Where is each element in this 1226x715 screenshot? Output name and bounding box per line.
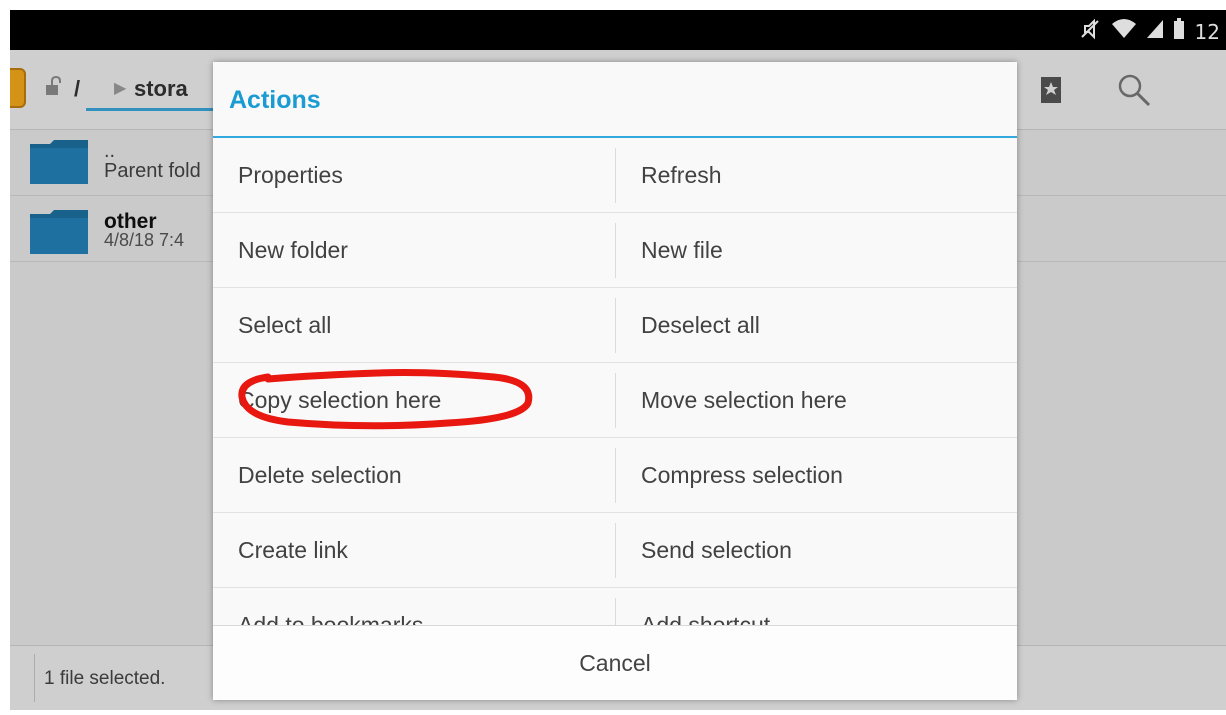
action-add-to-bookmarks[interactable]: Add to bookmarks: [213, 588, 615, 625]
action-label: Delete selection: [238, 462, 402, 488]
action-label: Send selection: [641, 537, 792, 563]
action-copy-selection-here[interactable]: Copy selection here: [213, 363, 615, 438]
wifi-icon: [1111, 18, 1137, 45]
status-icons: 12: [1079, 18, 1220, 45]
action-label: New file: [641, 237, 723, 263]
cancel-button[interactable]: Cancel: [213, 625, 1017, 700]
action-delete-selection[interactable]: Delete selection: [213, 438, 615, 513]
action-move-selection-here[interactable]: Move selection here: [616, 363, 1017, 438]
actions-dialog: Actions Properties Refresh New folder Ne…: [213, 62, 1017, 700]
status-time: 12: [1194, 19, 1220, 44]
action-label: Deselect all: [641, 312, 760, 338]
action-label: Add to bookmarks: [238, 612, 424, 625]
action-row: New folder New file: [213, 213, 1017, 288]
action-deselect-all[interactable]: Deselect all: [616, 288, 1017, 363]
action-row: Add to bookmarks Add shortcut: [213, 588, 1017, 625]
action-row: Create link Send selection: [213, 513, 1017, 588]
action-row: Delete selection Compress selection: [213, 438, 1017, 513]
mute-icon: [1079, 18, 1101, 45]
action-new-folder[interactable]: New folder: [213, 213, 615, 288]
document-caption-strip: [0, 0, 1226, 10]
actions-grid: Properties Refresh New folder New file S…: [213, 138, 1017, 625]
action-create-link[interactable]: Create link: [213, 513, 615, 588]
device-screen: 12 / ▶ stora .. Parent fold other 4/8/18…: [10, 10, 1226, 710]
action-send-selection[interactable]: Send selection: [616, 513, 1017, 588]
dialog-title: Actions: [229, 86, 321, 114]
action-add-shortcut[interactable]: Add shortcut: [616, 588, 1017, 625]
action-label: New folder: [238, 237, 348, 263]
action-label: Create link: [238, 537, 348, 563]
action-compress-selection[interactable]: Compress selection: [616, 438, 1017, 513]
action-label: Compress selection: [641, 462, 843, 488]
action-label: Move selection here: [641, 387, 847, 413]
cancel-label: Cancel: [579, 650, 651, 676]
action-properties[interactable]: Properties: [213, 138, 615, 213]
status-bar: 12: [10, 10, 1226, 50]
action-label: Refresh: [641, 162, 722, 188]
action-new-file[interactable]: New file: [616, 213, 1017, 288]
signal-icon: [1146, 18, 1163, 45]
action-label: Select all: [238, 312, 332, 338]
battery-icon: [1173, 18, 1185, 45]
action-row: Copy selection here Move selection here: [213, 363, 1017, 438]
action-label: Copy selection here: [238, 387, 442, 413]
action-label: Properties: [238, 162, 343, 188]
action-row: Properties Refresh: [213, 138, 1017, 213]
action-refresh[interactable]: Refresh: [616, 138, 1017, 213]
action-row: Select all Deselect all: [213, 288, 1017, 363]
action-select-all[interactable]: Select all: [213, 288, 615, 363]
action-label: Add shortcut: [641, 612, 771, 625]
